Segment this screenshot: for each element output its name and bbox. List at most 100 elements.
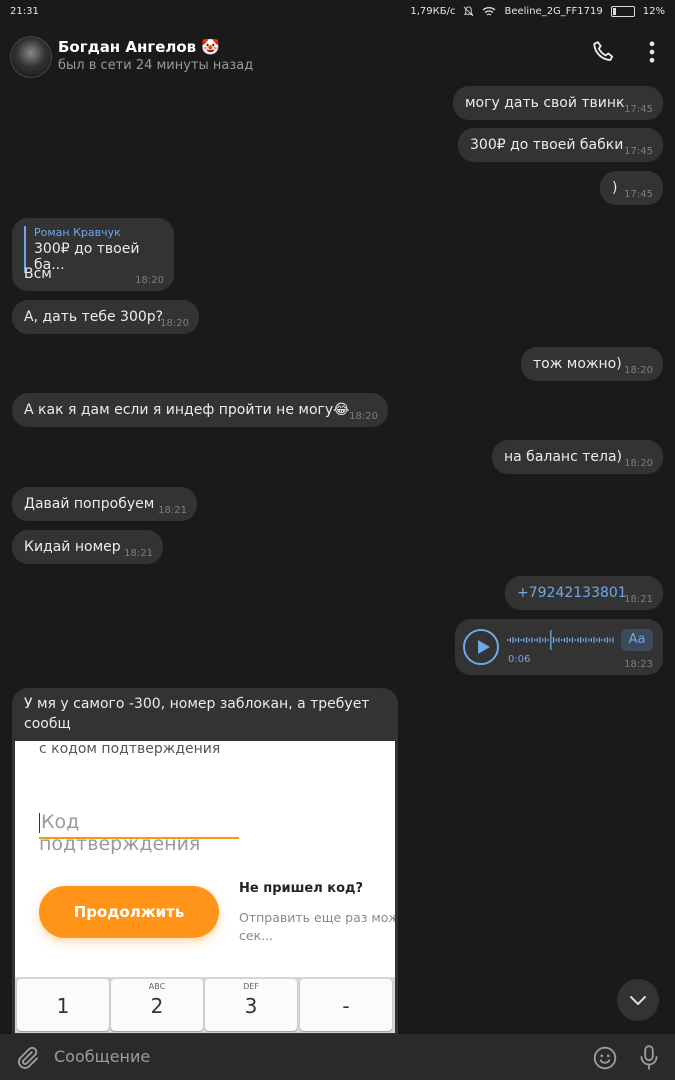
- message-time: 18:23: [624, 659, 653, 670]
- waveform-bar: [566, 637, 568, 643]
- message-text: тож можно): [533, 356, 622, 372]
- waveform-bar: [528, 638, 530, 642]
- embed-keypad: 1 ABC 2 DEF 3 -: [15, 977, 395, 1033]
- message-out[interactable]: тож можно) 18:20: [521, 347, 663, 381]
- waveform-bar: [588, 639, 590, 641]
- waveform-bar: [539, 637, 541, 643]
- message-in[interactable]: А, дать тебе 300р? 18:20: [12, 300, 199, 334]
- waveform-bar: [520, 639, 522, 641]
- message-text: Всм: [24, 266, 52, 282]
- waveform-bar: [561, 639, 563, 641]
- message-text: могу дать свой твинк: [465, 95, 625, 111]
- mute-bell-icon: [464, 6, 474, 17]
- waveform-bar: [571, 637, 574, 643]
- waveform-bar: [593, 637, 595, 643]
- message-text-line2: сообщ: [24, 716, 71, 732]
- message-time: 18:21: [124, 548, 153, 559]
- embed-key-1: 1: [17, 979, 109, 1031]
- embed-key-3: DEF 3: [205, 979, 297, 1031]
- message-text: А как я дам если я индеф пройти не могу😂: [24, 402, 350, 418]
- message-text: ): [612, 180, 618, 196]
- waveform-bar: [552, 637, 555, 643]
- battery-icon: [610, 6, 635, 17]
- transcribe-button[interactable]: Аа: [621, 629, 653, 651]
- waveform-bar: [550, 630, 552, 650]
- waveform-bar: [606, 637, 609, 643]
- attached-screenshot[interactable]: с кодом подтверждения Код подтверждения …: [15, 741, 395, 1033]
- message-time: 18:20: [160, 318, 189, 329]
- chat-header[interactable]: Богдан Ангелов 🤡 был в сети 24 минуты на…: [0, 24, 675, 86]
- waveform-bar: [604, 638, 606, 642]
- microphone-icon[interactable]: [636, 1044, 662, 1072]
- chevron-down-icon: [630, 996, 646, 1005]
- embed-key-dash: -: [300, 979, 392, 1031]
- message-input[interactable]: Сообщение: [54, 1047, 150, 1066]
- waveform-bar: [563, 638, 565, 642]
- emoji-icon[interactable]: [592, 1045, 618, 1071]
- message-in[interactable]: Кидай номер 18:21: [12, 530, 163, 564]
- waveform-bar: [536, 638, 538, 642]
- attach-icon[interactable]: [14, 1045, 40, 1071]
- status-bar: 21:31 1,79КБ/с Beeline_2G_FF1719 12%: [0, 0, 675, 24]
- message-text: Кидай номер: [24, 539, 121, 555]
- voice-message[interactable]: 0:06 Аа 18:23: [455, 619, 663, 675]
- play-icon[interactable]: [463, 629, 499, 665]
- message-out[interactable]: могу дать свой твинк 17:45: [453, 86, 663, 120]
- waveform-bar: [577, 638, 579, 642]
- more-vertical-icon[interactable]: [638, 38, 666, 66]
- embed-continue-button: Продолжить: [39, 886, 219, 938]
- message-time: 18:20: [135, 275, 164, 286]
- waveform-bar: [579, 637, 582, 643]
- avatar[interactable]: [10, 36, 52, 78]
- waveform-bar: [596, 638, 598, 642]
- message-in[interactable]: Давай попробуем 18:21: [12, 487, 197, 521]
- network-name: Beeline_2G_FF1719: [504, 6, 603, 17]
- scroll-down-button[interactable]: [617, 979, 659, 1021]
- contact-status: был в сети 24 минуты назад: [58, 58, 254, 73]
- waveform-bar: [523, 638, 525, 642]
- message-in[interactable]: А как я дам если я индеф пройти не могу😂…: [12, 393, 388, 427]
- waveform-bar: [531, 637, 533, 643]
- phone-icon[interactable]: [590, 38, 618, 66]
- message-time: 18:21: [158, 505, 187, 516]
- battery-level: 12%: [642, 6, 665, 17]
- message-out[interactable]: на баланс тела) 18:20: [492, 440, 663, 474]
- waveform-bar: [574, 639, 576, 641]
- waveform-bar: [590, 638, 592, 642]
- embed-key-2: ABC 2: [111, 979, 203, 1031]
- waveform-bar: [534, 639, 536, 641]
- phone-link[interactable]: +79242133801: [517, 585, 627, 601]
- status-time: 21:31: [10, 6, 39, 17]
- voice-duration: 0:06: [508, 654, 531, 665]
- waveform-bar: [509, 638, 511, 642]
- message-time: 17:45: [624, 146, 653, 157]
- contact-name[interactable]: Богдан Ангелов 🤡: [58, 38, 220, 56]
- waveform-bar: [507, 639, 509, 641]
- message-time: 17:45: [624, 189, 653, 200]
- message-out[interactable]: 300₽ до твоей бабки 17:45: [458, 128, 663, 162]
- message-time: 18:21: [624, 594, 653, 605]
- message-text: А, дать тебе 300р?: [24, 309, 164, 325]
- message-text: 300₽ до твоей бабки: [470, 137, 624, 153]
- reply-author: Роман Кравчук: [34, 226, 121, 239]
- embed-top-text: с кодом подтверждения: [39, 741, 221, 757]
- message-time: 18:20: [349, 411, 378, 422]
- wifi-icon: [483, 7, 496, 16]
- message-text: на баланс тела): [504, 449, 622, 465]
- waveform-bar: [601, 639, 603, 641]
- waveform-bar: [609, 638, 611, 642]
- message-time: 18:20: [624, 458, 653, 469]
- reply-text: 300₽ до твоей ба...: [34, 241, 140, 273]
- waveform[interactable]: [507, 629, 615, 651]
- message-out[interactable]: +79242133801 18:21: [505, 576, 663, 610]
- waveform-bar: [555, 638, 557, 642]
- message-text-line1: У мя у самого -300, номер заблокан, а тр…: [24, 696, 370, 712]
- waveform-bar: [598, 637, 601, 643]
- embed-no-code-text: Не пришел код?: [239, 881, 364, 896]
- waveform-bar: [612, 637, 614, 643]
- waveform-bar: [544, 637, 547, 643]
- message-out[interactable]: ) 17:45: [600, 171, 663, 205]
- waveform-bar: [582, 638, 584, 642]
- waveform-bar: [585, 637, 587, 643]
- message-in-reply[interactable]: Роман Кравчук 300₽ до твоей ба... Всм 18…: [12, 218, 174, 291]
